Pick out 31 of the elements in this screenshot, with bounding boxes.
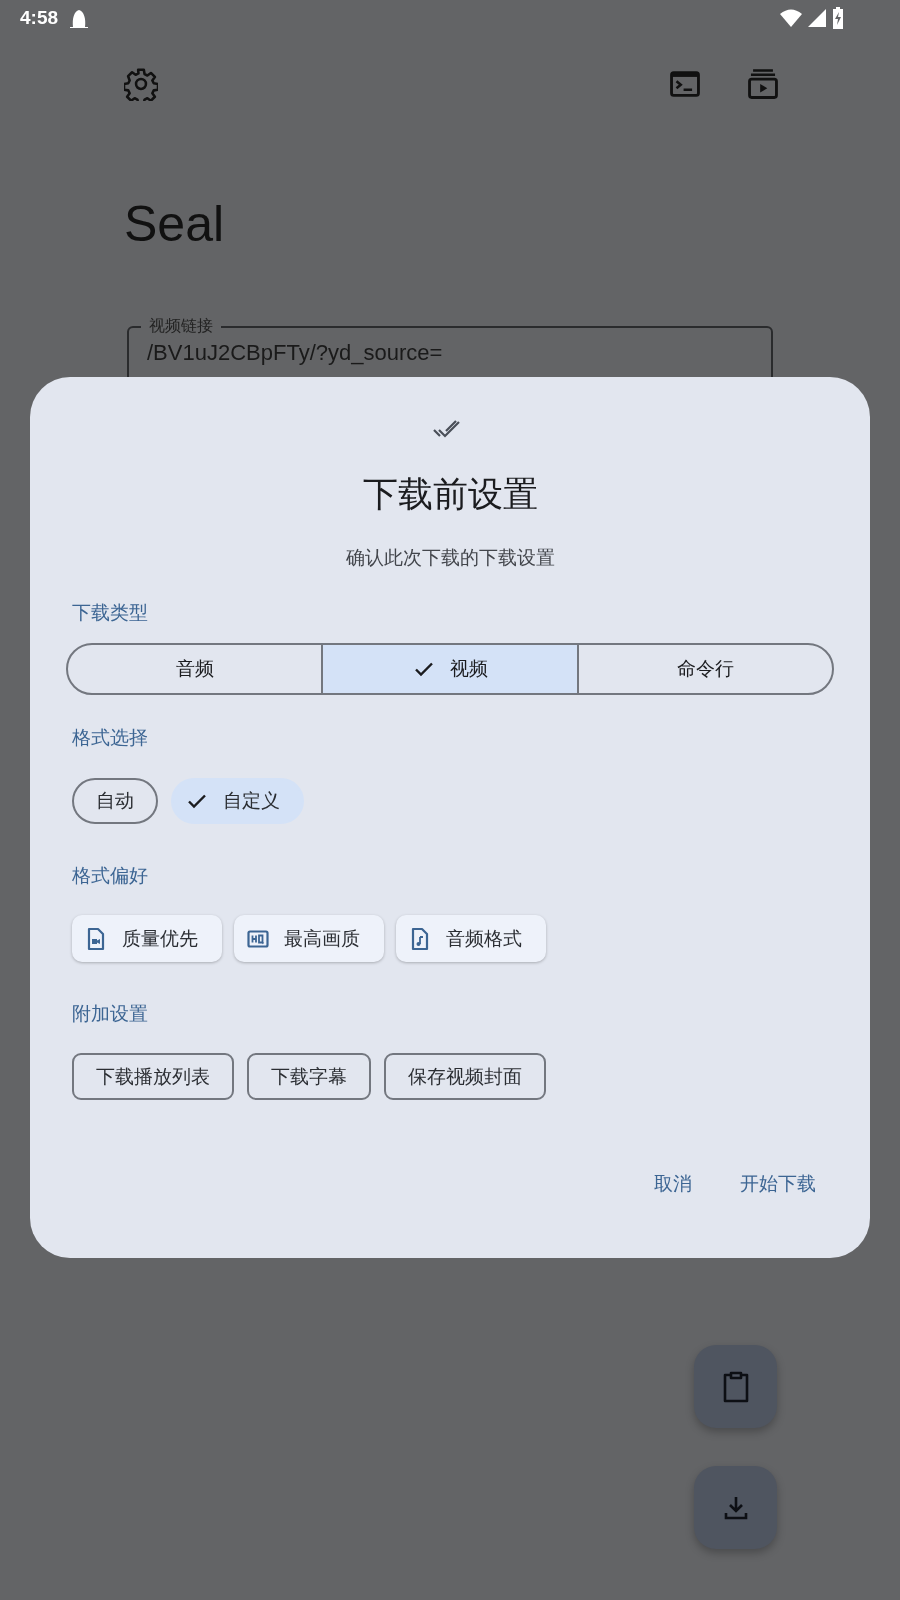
paste-button[interactable]	[694, 1345, 777, 1428]
segment-button[interactable]: 视频	[321, 645, 577, 693]
filter-chip[interactable]: 保存视频封面	[384, 1053, 546, 1100]
section-label: 下载类型	[72, 600, 148, 625]
field-label: 视频链接	[141, 315, 221, 337]
download-button[interactable]	[694, 1466, 777, 1549]
assist-chip[interactable]: 音频格式	[396, 915, 546, 962]
segment-button[interactable]: 命令行	[576, 645, 832, 693]
status-time: 4:58	[20, 7, 59, 29]
field-value: /BV1uJ2CBpFTy/?yd_source=	[146, 339, 444, 366]
section-label: 附加设置	[72, 1001, 148, 1026]
animal-icon	[68, 7, 91, 29]
dialog-title: 下载前设置	[362, 473, 538, 516]
settings-icon[interactable]	[124, 67, 158, 101]
text-button[interactable]: 开始下载	[728, 1164, 828, 1204]
filter-chip[interactable]: 下载字幕	[247, 1053, 371, 1100]
filter-chip[interactable]: 自定义	[171, 778, 304, 824]
dialog-subtitle: 确认此次下载的下载设置	[345, 545, 555, 570]
battery-icon	[832, 7, 844, 29]
wifi-icon	[780, 9, 802, 27]
playlist-play-icon[interactable]	[746, 67, 780, 101]
filter-chip[interactable]: 自动	[72, 778, 158, 824]
text-button[interactable]: 取消	[642, 1164, 704, 1204]
section-label: 格式偏好	[72, 863, 148, 888]
segment-button[interactable]: 音频	[68, 645, 322, 693]
app-title: Seal	[124, 195, 226, 254]
assist-chip[interactable]: 最高画质	[234, 915, 384, 962]
filter-chip[interactable]: 下载播放列表	[72, 1053, 234, 1100]
signal-icon	[808, 9, 826, 27]
section-label: 格式选择	[72, 725, 148, 750]
assist-chip[interactable]: 质量优先	[72, 915, 222, 962]
